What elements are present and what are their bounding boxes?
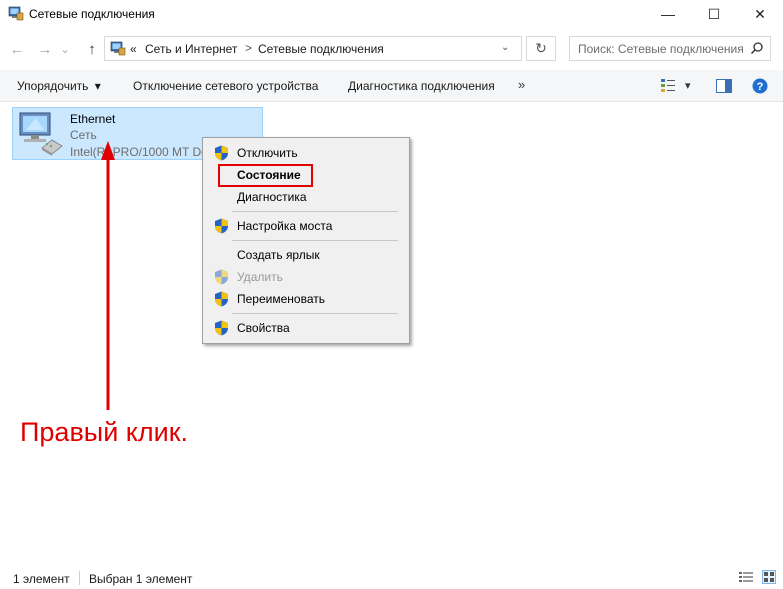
- status-divider: [79, 571, 80, 585]
- annotation-arrow: [101, 141, 115, 410]
- details-view-icon[interactable]: [739, 571, 753, 583]
- status-selected-count: Выбран 1 элемент: [89, 572, 193, 586]
- status-item-count: 1 элемент: [13, 572, 70, 586]
- large-icons-view-icon[interactable]: [762, 570, 776, 584]
- annotation-text: Правый клик.: [20, 417, 189, 447]
